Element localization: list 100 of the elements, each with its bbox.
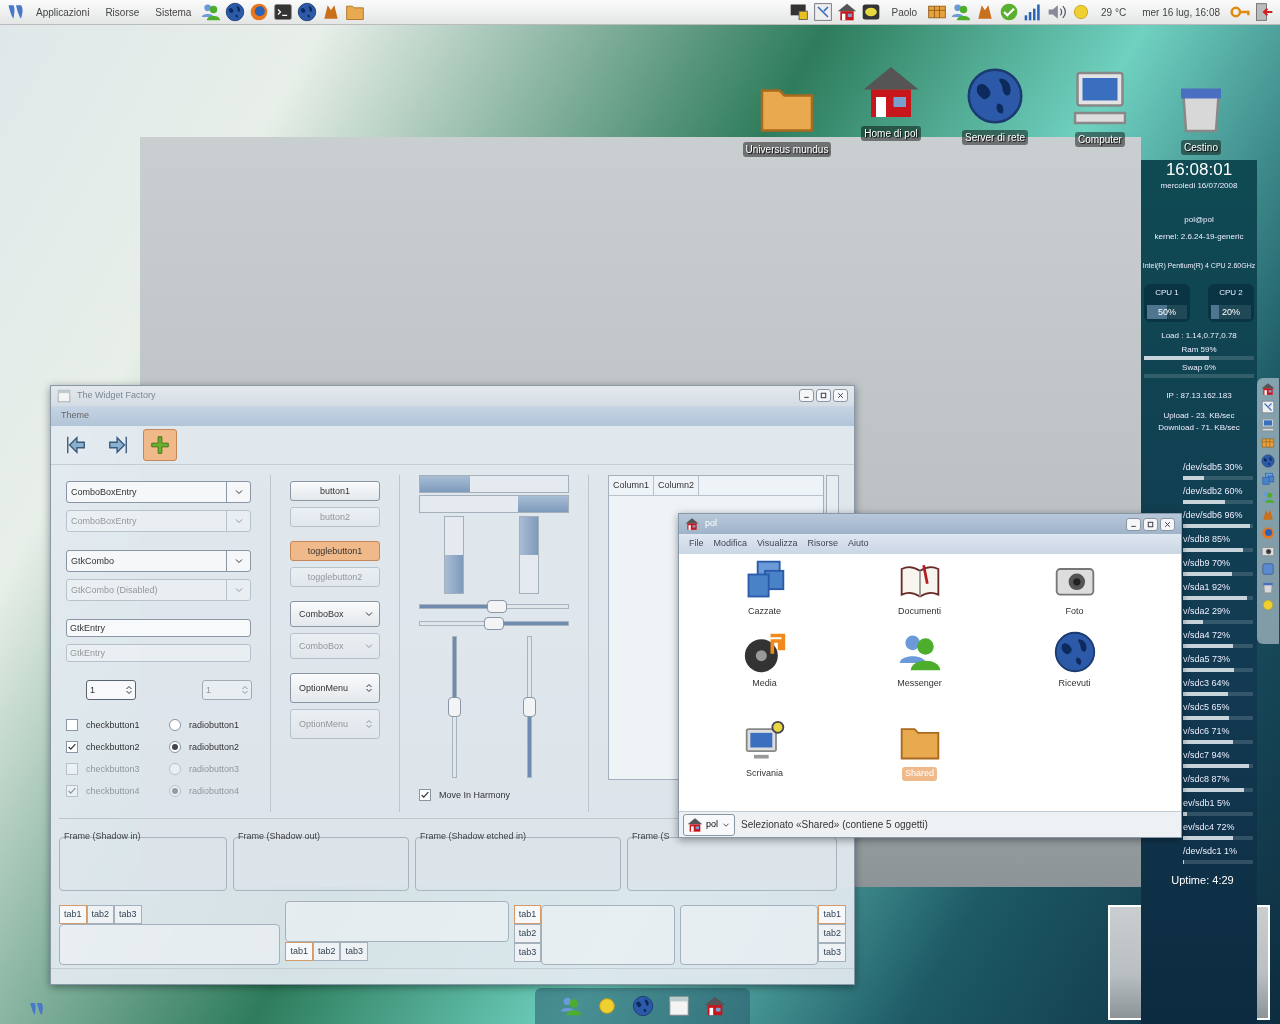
file-label[interactable]: Scrivania	[743, 767, 786, 781]
menu-item[interactable]: Aiuto	[847, 537, 869, 551]
conky-ip: IP : 87.13.162.183	[1166, 389, 1232, 402]
globe-icon[interactable]	[1052, 630, 1097, 674]
window-button[interactable]	[1126, 517, 1141, 531]
text-entry[interactable]: GtkEntry	[66, 619, 251, 638]
tab[interactable]: tab3	[340, 941, 368, 961]
file-label[interactable]: Cazzate	[745, 605, 784, 619]
launcher-icon[interactable]	[667, 995, 690, 1017]
file-label[interactable]: Documenti	[895, 605, 944, 619]
file-label[interactable]: Foto	[1062, 605, 1087, 619]
checkbox-label[interactable]: Move In Harmony	[439, 788, 511, 803]
window-button[interactable]	[1143, 517, 1158, 531]
tab[interactable]: tab2	[312, 941, 341, 961]
menu-item[interactable]: Risorse	[807, 537, 838, 551]
toolbar-button[interactable]	[143, 429, 177, 461]
file-label[interactable]: Media	[749, 677, 780, 691]
radio-label[interactable]: radiobutton2	[189, 740, 240, 755]
checkbox[interactable]	[66, 719, 78, 732]
icon-label[interactable]: Universus mundus	[742, 142, 832, 157]
tab[interactable]: tab3	[513, 942, 542, 962]
file-label[interactable]: Messenger	[894, 677, 945, 691]
slider-thumb[interactable]	[523, 697, 536, 718]
panel-menu[interactable]: Sistema	[149, 4, 198, 20]
toggle-button[interactable]: togglebutton1	[290, 541, 380, 562]
disk-usage: v/sda4 72%	[1183, 628, 1232, 642]
radio-button[interactable]	[169, 719, 181, 732]
launcher-icon[interactable]	[631, 995, 654, 1017]
launcher-icon[interactable]	[1261, 400, 1275, 414]
menu-item[interactable]: File	[689, 537, 704, 551]
checkbox[interactable]	[66, 741, 78, 754]
launcher-icon[interactable]	[1261, 544, 1275, 558]
column-header[interactable]: Column2	[654, 476, 700, 496]
radio-button[interactable]	[169, 741, 181, 754]
slider-thumb[interactable]	[448, 697, 461, 718]
location-button[interactable]: pol	[683, 813, 735, 836]
slider-thumb[interactable]	[484, 617, 504, 631]
globe-icon[interactable]	[225, 2, 246, 22]
house-icon[interactable]	[837, 2, 858, 22]
disk-usage: v/sda2 29%	[1183, 604, 1232, 618]
checkbox-label[interactable]: checkbutton1	[86, 718, 140, 733]
maximize-icon	[819, 391, 828, 401]
exit-icon[interactable]	[1254, 2, 1274, 22]
launcher-icon[interactable]	[1261, 454, 1275, 468]
clock[interactable]: mer 16 lug, 16:08	[1136, 4, 1226, 20]
check-icon[interactable]	[999, 2, 1020, 22]
window-icon	[57, 388, 71, 403]
window-button[interactable]	[816, 389, 831, 403]
globe-icon[interactable]	[297, 2, 318, 22]
disk-usage: /dev/sdc1 1%	[1183, 844, 1239, 858]
tab[interactable]: tab1	[818, 904, 846, 924]
checkbox-label[interactable]: checkbutton2	[86, 740, 140, 755]
check-icon	[67, 786, 77, 797]
checkbox[interactable]	[419, 789, 431, 802]
tab[interactable]: tab1	[59, 904, 87, 924]
tab[interactable]: tab2	[86, 904, 115, 924]
file-label[interactable]: Ricevuti	[1055, 677, 1094, 691]
menu-item[interactable]: Theme	[61, 409, 89, 423]
forward-icon	[107, 434, 129, 456]
panel-menu[interactable]: Risorse	[99, 4, 146, 20]
close-icon	[836, 391, 845, 401]
launcher-icon[interactable]	[703, 995, 726, 1017]
cpu-label: CPU 1	[1155, 286, 1179, 299]
push-button[interactable]: button1	[290, 481, 380, 502]
option-menu[interactable]: OptionMenu	[290, 673, 380, 704]
globe-icon[interactable]	[965, 66, 1025, 126]
tab[interactable]: tab1	[513, 904, 542, 924]
conky-upload: Upload - 23. KB/sec	[1163, 409, 1235, 422]
disk-usage: v/sdc7 94%	[1183, 748, 1231, 762]
slider-thumb[interactable]	[486, 600, 507, 614]
window-button[interactable]	[1160, 517, 1175, 531]
icon-label[interactable]: Server di rete	[962, 130, 1028, 145]
launcher-icon[interactable]	[1261, 418, 1275, 432]
combo-box[interactable]: ComboBox	[290, 601, 380, 628]
terminal-icon[interactable]	[273, 2, 294, 22]
combo-box[interactable]: GtkCombo	[66, 550, 251, 573]
launcher-icon[interactable]	[1261, 382, 1275, 396]
chat-icon[interactable]	[861, 2, 882, 22]
frame-label: Frame (Shadow out)	[238, 830, 321, 844]
logo-icon[interactable]	[6, 2, 26, 22]
people-icon[interactable]	[951, 2, 972, 22]
menu-item[interactable]: Visualizza	[757, 537, 798, 551]
window-title: pol	[705, 517, 717, 531]
column-header[interactable]: Column1	[609, 476, 655, 496]
window-button[interactable]	[833, 389, 848, 403]
launcher-icon[interactable]	[1261, 580, 1275, 594]
user-name[interactable]: Paolo	[885, 4, 924, 20]
panel-menu[interactable]: Applicazioni	[30, 4, 96, 20]
radio-label[interactable]: radiobutton1	[189, 718, 240, 733]
menu-item[interactable]: Modifica	[713, 537, 748, 551]
icon-label[interactable]: Cestino	[1181, 140, 1221, 155]
window-button[interactable]	[799, 389, 814, 403]
combo-box[interactable]: ComboBoxEntry	[66, 481, 251, 504]
tab[interactable]: tab1	[285, 941, 313, 961]
spin-field[interactable]: 1	[86, 680, 136, 701]
conky-uptime: Uptime: 4:29	[1170, 873, 1235, 888]
icon-label[interactable]: Computer	[1075, 132, 1125, 147]
icon-label[interactable]: Home di pol	[861, 126, 921, 141]
tab[interactable]: tab2	[513, 923, 542, 943]
tab[interactable]: tab3	[114, 904, 142, 924]
